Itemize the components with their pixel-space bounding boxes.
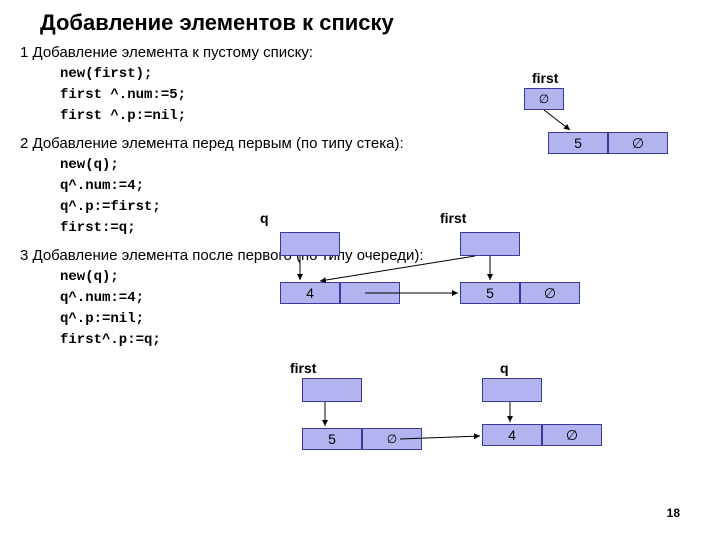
sec3-diagram: first q 5 ∅ 4 ∅ — [270, 360, 690, 480]
node-ptr: ∅ — [608, 132, 668, 154]
sec1-diagram: first ∅ 5 ∅ — [500, 70, 700, 160]
node5-ptr: ∅ — [362, 428, 422, 450]
q-label: q — [500, 360, 509, 376]
node5-ptr: ∅ — [520, 282, 580, 304]
page-number: 18 — [667, 506, 680, 520]
first-pointer-box — [302, 378, 362, 402]
node5-num: 5 — [460, 282, 520, 304]
code-line: first^.p:=q; — [60, 330, 720, 351]
code-line: q^.num:=4; — [60, 176, 720, 197]
first-label: first — [532, 70, 558, 86]
node-num: 5 — [548, 132, 608, 154]
first-label: first — [290, 360, 316, 376]
node4-num: 4 — [280, 282, 340, 304]
sec2-diagram: q first 4 5 ∅ — [260, 210, 680, 320]
q-pointer-box — [280, 232, 340, 256]
page-title: Добавление элементов к списку — [0, 0, 720, 40]
first-label: first — [440, 210, 466, 226]
node4-ptr — [340, 282, 400, 304]
node4-ptr: ∅ — [542, 424, 602, 446]
q-label: q — [260, 210, 269, 226]
sec1-caption: 1 Добавление элемента к пустому списку: — [0, 44, 720, 61]
first-pointer-box — [460, 232, 520, 256]
q-pointer-box — [482, 378, 542, 402]
first-pointer-box: ∅ — [524, 88, 564, 110]
node5-num: 5 — [302, 428, 362, 450]
node4-num: 4 — [482, 424, 542, 446]
